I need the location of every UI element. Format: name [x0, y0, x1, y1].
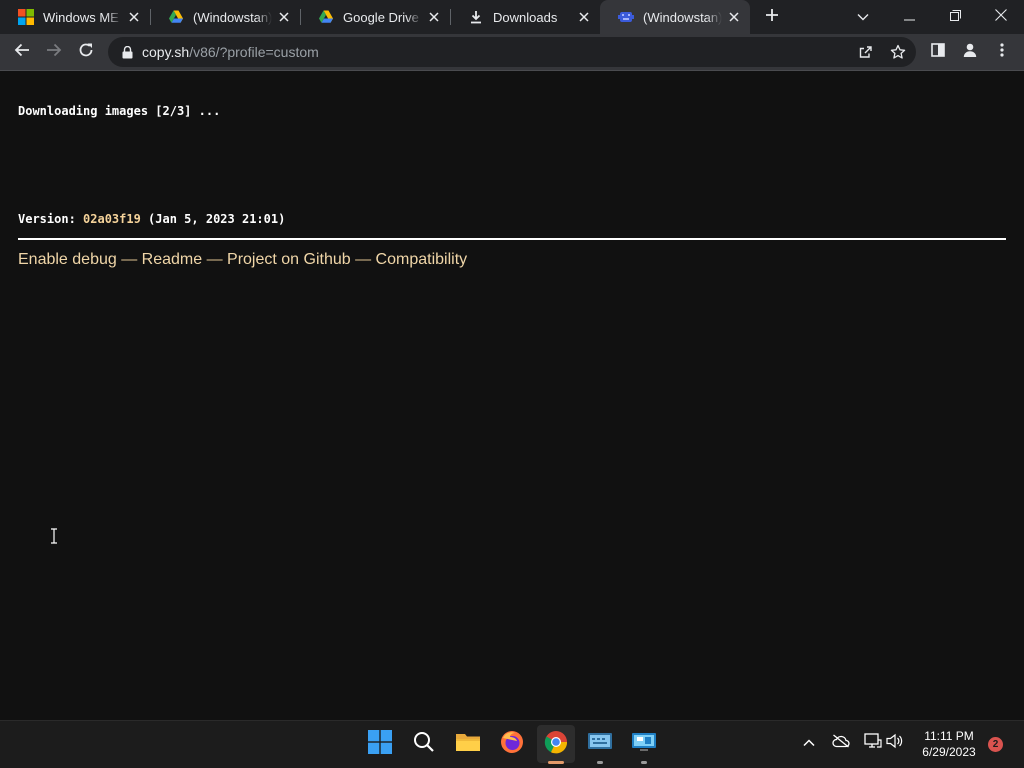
side-panel-icon	[931, 42, 945, 62]
version-hash: 02a03f19	[83, 212, 141, 226]
reload-icon	[78, 42, 94, 63]
close-icon[interactable]	[576, 9, 592, 25]
cloud-offline-icon	[832, 733, 850, 753]
search-button[interactable]	[405, 725, 443, 763]
version-prefix: Version:	[18, 212, 84, 226]
download-icon	[468, 9, 484, 25]
side-panel-button[interactable]	[924, 38, 952, 66]
file-explorer-button[interactable]	[449, 725, 487, 763]
new-tab-button[interactable]	[750, 0, 794, 34]
tab-title: (Windowstan) W	[643, 9, 722, 25]
star-icon[interactable]	[888, 42, 908, 62]
tab-windowstan-v86[interactable]: (Windowstan) W	[600, 0, 750, 34]
running-indicator	[597, 761, 603, 764]
divider	[18, 238, 1006, 240]
tab-windows-me-iso[interactable]: Windows ME ISO	[0, 0, 150, 34]
google-drive-icon	[168, 9, 184, 25]
reload-button[interactable]	[72, 38, 100, 66]
tab-title: Windows ME ISO	[43, 9, 122, 25]
volume-tray-button[interactable]	[884, 732, 906, 754]
close-icon[interactable]	[726, 9, 742, 25]
readme-link[interactable]: Readme	[142, 251, 202, 268]
back-button[interactable]	[8, 38, 36, 66]
github-link[interactable]: Project on Github	[227, 251, 351, 268]
tab-search-button[interactable]	[840, 0, 886, 34]
google-drive-icon	[318, 9, 334, 25]
folder-icon	[455, 731, 481, 758]
onedrive-tray-button[interactable]	[830, 732, 852, 754]
menu-button[interactable]	[988, 38, 1016, 66]
forward-button[interactable]	[40, 38, 68, 66]
clock-time: 11:11 PM	[924, 729, 974, 743]
link-separator: —	[202, 251, 228, 268]
lock-icon[interactable]	[120, 45, 134, 59]
notification-badge[interactable]: 2	[988, 737, 1003, 752]
address-bar[interactable]: copy.sh/v86/?profile=custom	[108, 37, 916, 67]
close-icon[interactable]	[126, 9, 142, 25]
clock[interactable]: 11:11 PM 6/29/2023	[908, 728, 990, 760]
link-separator: —	[116, 251, 142, 268]
url-path: /v86/?profile=custom	[189, 44, 319, 60]
chevron-up-icon	[803, 734, 815, 752]
firefox-button[interactable]	[493, 725, 531, 763]
tab-windowstan-drive[interactable]: (Windowstan) W	[150, 0, 300, 34]
monitor-app-icon	[631, 731, 657, 758]
close-icon	[995, 8, 1007, 26]
windows-start-icon	[368, 729, 392, 759]
person-icon	[962, 42, 978, 63]
firefox-icon	[500, 730, 524, 759]
keyboard-app-button[interactable]	[581, 725, 619, 764]
active-indicator	[548, 761, 564, 764]
chrome-button[interactable]	[537, 725, 575, 764]
running-indicator	[641, 761, 647, 764]
tab-google-drive[interactable]: Google Drive - V	[300, 0, 450, 34]
search-icon	[413, 731, 435, 758]
close-icon[interactable]	[276, 9, 292, 25]
arrow-left-icon	[14, 42, 30, 63]
tab-strip: Windows ME ISO (Windowstan) W Google Dri…	[0, 0, 1024, 34]
v86-icon	[618, 9, 634, 25]
close-window-button[interactable]	[978, 0, 1024, 34]
version-date: (Jan 5, 2023 21:01)	[140, 212, 286, 226]
start-button[interactable]	[361, 725, 399, 763]
tab-downloads[interactable]: Downloads	[450, 0, 600, 34]
speaker-icon	[886, 733, 904, 754]
loading-status: Downloading images [2/3] ...	[18, 104, 221, 118]
enable-debug-link[interactable]: Enable debug	[18, 251, 117, 268]
tab-title: Downloads	[493, 9, 558, 25]
minimize-icon	[903, 8, 915, 26]
kebab-menu-icon	[1000, 42, 1004, 62]
restore-icon	[949, 8, 961, 26]
link-separator: —	[350, 251, 376, 268]
network-icon	[864, 732, 882, 754]
browser-toolbar: copy.sh/v86/?profile=custom	[0, 34, 1024, 71]
compatibility-link[interactable]: Compatibility	[376, 251, 468, 268]
close-icon[interactable]	[426, 9, 442, 25]
monitor-app-button[interactable]	[625, 725, 663, 764]
text-cursor-icon	[49, 528, 59, 544]
tab-title: Google Drive - V	[343, 9, 422, 25]
show-hidden-icons-button[interactable]	[798, 732, 820, 754]
chrome-icon	[544, 730, 568, 759]
taskbar: 11:11 PM 6/29/2023 2	[0, 720, 1024, 768]
url-host: copy.sh	[142, 44, 190, 60]
minimize-button[interactable]	[886, 0, 932, 34]
footer-links: Enable debug — Readme — Project on Githu…	[18, 251, 467, 269]
windows-logo-icon	[18, 9, 34, 25]
profile-button[interactable]	[956, 38, 984, 66]
plus-icon	[765, 8, 779, 27]
chevron-down-icon	[857, 8, 869, 26]
restore-button[interactable]	[932, 0, 978, 34]
network-tray-button[interactable]	[862, 732, 884, 754]
share-icon[interactable]	[856, 42, 876, 62]
page-content: Downloading images [2/3] ... Version: 02…	[0, 71, 1024, 720]
clock-date: 6/29/2023	[922, 745, 976, 759]
arrow-right-icon	[46, 42, 62, 63]
tab-title: (Windowstan) W	[193, 9, 272, 25]
keyboard-app-icon	[587, 731, 613, 758]
version-line: Version: 02a03f19 (Jan 5, 2023 21:01)	[18, 212, 285, 226]
